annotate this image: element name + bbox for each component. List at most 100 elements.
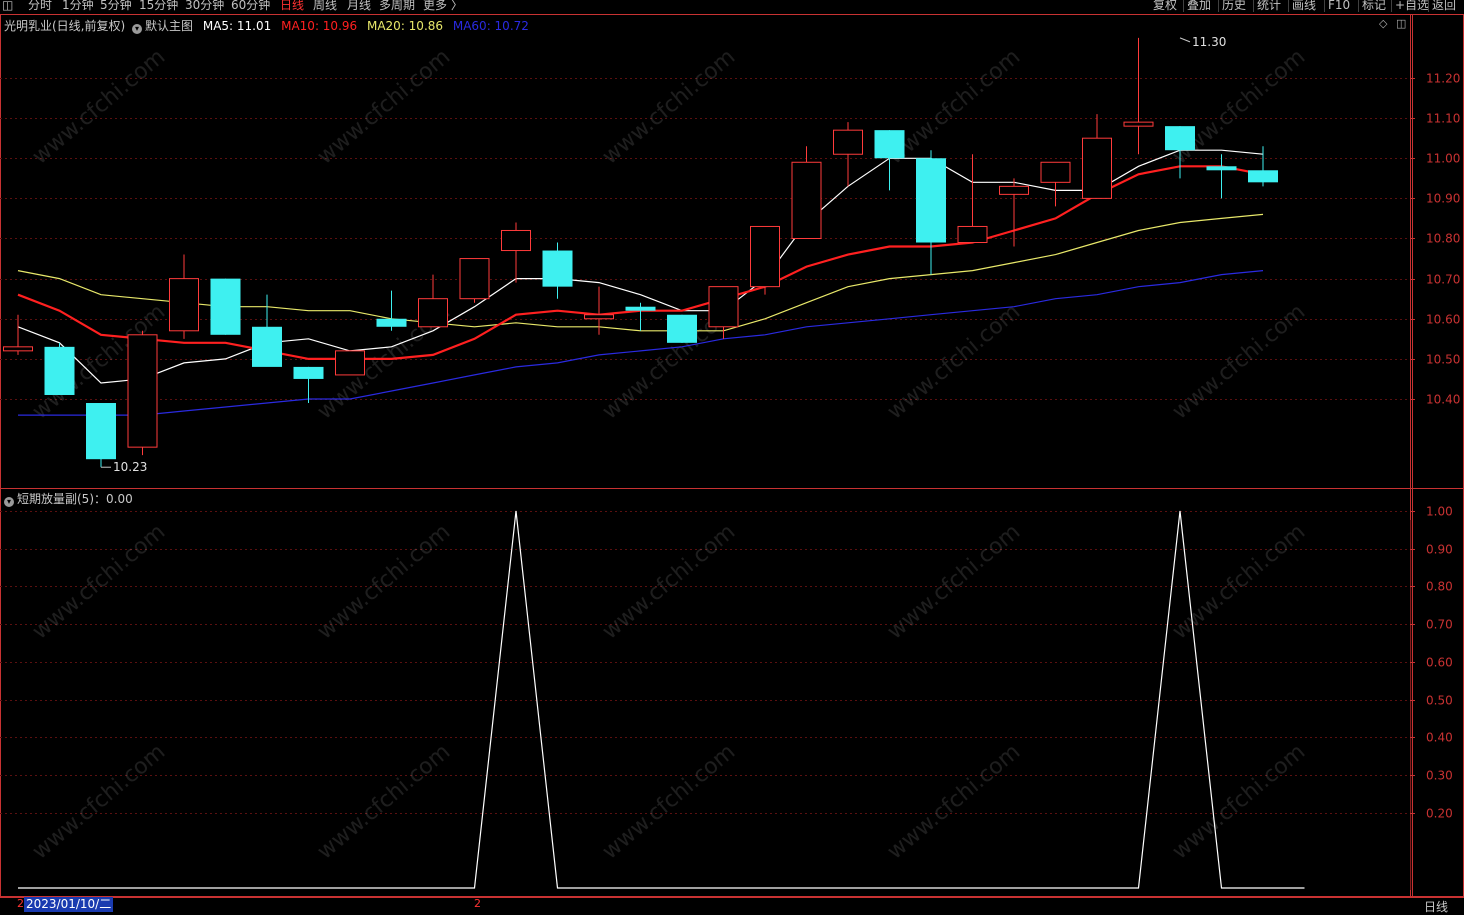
watermark-text: www.cfchi.com bbox=[1168, 299, 1310, 424]
candle-body bbox=[127, 334, 158, 448]
candle-body bbox=[833, 129, 863, 155]
sub-tick-label: 0.30 bbox=[1426, 769, 1453, 783]
candle bbox=[86, 403, 116, 468]
price-tick-label: 11.00 bbox=[1426, 152, 1460, 166]
period-tab-7[interactable]: 周线 bbox=[313, 0, 337, 11]
watermark-text: www.cfchi.com bbox=[598, 519, 740, 644]
toolbar-separator bbox=[1324, 0, 1325, 12]
sub-tick-label: 0.90 bbox=[1426, 543, 1453, 557]
candle-body bbox=[335, 350, 365, 376]
layout-icon[interactable]: ◫ bbox=[2, 0, 13, 11]
sub-indicator-label[interactable]: 短期放量副(5)：0.00 bbox=[17, 492, 133, 506]
candle-body bbox=[874, 130, 905, 159]
price-tick-label: 10.70 bbox=[1426, 273, 1460, 287]
sub-tick-label: 0.70 bbox=[1426, 618, 1453, 632]
period-tab-5[interactable]: 60分钟 bbox=[231, 0, 270, 11]
candle bbox=[252, 294, 282, 367]
candle-body bbox=[957, 225, 988, 244]
period-tab-9[interactable]: 多周期 bbox=[379, 0, 415, 11]
period-tab-6[interactable]: 日线 bbox=[280, 0, 304, 11]
watermark-text: www.cfchi.com bbox=[313, 44, 455, 169]
watermark-text: www.cfchi.com bbox=[883, 519, 1025, 644]
period-tab-1[interactable]: 1分钟 bbox=[62, 0, 94, 11]
toolbar-button-3[interactable]: 统计 bbox=[1257, 0, 1281, 11]
candle-body bbox=[791, 161, 822, 239]
candle-body bbox=[667, 314, 697, 343]
candle-body bbox=[584, 314, 614, 320]
candle bbox=[1082, 114, 1112, 199]
sub-tick-label: 0.40 bbox=[1426, 731, 1453, 745]
candle bbox=[750, 225, 780, 295]
toolbar-separator bbox=[1391, 0, 1392, 12]
candle-body bbox=[1040, 161, 1071, 183]
candle-body bbox=[750, 225, 780, 288]
candle bbox=[501, 222, 531, 283]
candle bbox=[418, 274, 448, 328]
ma5-label: MA5: 11.01 bbox=[202, 19, 272, 33]
window-icon[interactable]: ◫ bbox=[1396, 17, 1406, 30]
chevron-down-icon[interactable]: ▾ bbox=[132, 24, 143, 34]
watermark-text: www.cfchi.com bbox=[1168, 739, 1310, 864]
period-tab-8[interactable]: 月线 bbox=[347, 0, 371, 11]
period-tab-4[interactable]: 30分钟 bbox=[185, 0, 224, 11]
toolbar-button-6[interactable]: 标记 bbox=[1362, 0, 1386, 11]
watermark-text: www.cfchi.com bbox=[1168, 44, 1310, 169]
sub-indicator-line bbox=[18, 510, 1305, 889]
price-annotation: 11.30 bbox=[1179, 35, 1226, 49]
price-tick-label: 10.60 bbox=[1426, 313, 1460, 327]
toolbar-button-8[interactable]: 返回 bbox=[1432, 0, 1456, 11]
main-indicator-line: 光明乳业(日线,前复权) ▾ 默认主图 MA5: 11.01 MA10: 10.9… bbox=[4, 17, 529, 34]
candle-body bbox=[1206, 166, 1237, 171]
period-tab-3[interactable]: 15分钟 bbox=[139, 0, 178, 11]
toolbar-separator bbox=[1428, 0, 1429, 12]
sub-indicator-line: ▾ 短期放量副(5)：0.00 bbox=[4, 490, 133, 507]
toolbar-separator bbox=[1253, 0, 1254, 12]
candle-body bbox=[3, 346, 33, 352]
toolbar-button-5[interactable]: F10 bbox=[1328, 0, 1350, 11]
candle bbox=[293, 366, 324, 404]
toolbar-button-1[interactable]: 叠加 bbox=[1187, 0, 1211, 11]
period-tab-2[interactable]: 5分钟 bbox=[100, 0, 132, 11]
indicator-name[interactable]: 默认主图 bbox=[145, 19, 193, 33]
candle-body bbox=[542, 250, 573, 287]
watermark: www.cfchi.com www.cfchi.com www.cfchi.com w… bbox=[28, 44, 1310, 864]
candle bbox=[44, 342, 75, 395]
period-tab-0[interactable]: 分时 bbox=[28, 0, 52, 11]
toolbar-separator bbox=[1183, 0, 1184, 12]
sub-tick-label: 0.20 bbox=[1426, 807, 1453, 821]
candle-body bbox=[169, 278, 199, 332]
price-annotation: 10.23 bbox=[101, 460, 147, 474]
sub-indicator bbox=[18, 510, 1305, 889]
chevron-down-icon[interactable]: ▾ bbox=[4, 497, 14, 507]
candle-body bbox=[625, 306, 656, 311]
candle bbox=[1040, 161, 1071, 207]
candle bbox=[833, 122, 863, 187]
period-tab[interactable]: 日线 bbox=[1414, 897, 1464, 914]
toolbar-button-7[interactable]: +自选 bbox=[1395, 0, 1429, 11]
toolbar-button-2[interactable]: 历史 bbox=[1222, 0, 1246, 11]
annotation-label: 11.30 bbox=[1192, 35, 1226, 49]
candle bbox=[1248, 146, 1278, 187]
sub-tick-label: 1.00 bbox=[1426, 505, 1453, 519]
candle-body bbox=[1082, 137, 1112, 199]
candle bbox=[625, 302, 656, 331]
toolbar-separator bbox=[1358, 0, 1359, 12]
watermark-text: www.cfchi.com bbox=[1168, 519, 1310, 644]
candle bbox=[916, 150, 946, 275]
candle bbox=[3, 314, 33, 355]
candle bbox=[542, 242, 573, 299]
diamond-icon[interactable]: ◇ bbox=[1379, 17, 1387, 30]
price-tick-label: 11.10 bbox=[1426, 112, 1460, 126]
watermark-text: www.cfchi.com bbox=[883, 299, 1025, 424]
candle-body bbox=[86, 403, 116, 460]
candle bbox=[1206, 154, 1237, 199]
cursor-date: 2023/01/10/二 bbox=[24, 897, 114, 912]
toolbar-button-4[interactable]: 画线 bbox=[1292, 0, 1316, 11]
stock-name[interactable]: 光明乳业(日线,前复权) bbox=[4, 19, 125, 33]
candle bbox=[957, 154, 988, 244]
candles bbox=[3, 37, 1278, 468]
candle-body bbox=[418, 298, 448, 328]
price-tick-label: 10.50 bbox=[1426, 353, 1460, 367]
period-tab-10[interactable]: 更多 〉 bbox=[423, 0, 463, 11]
toolbar-button-0[interactable]: 复权 bbox=[1153, 0, 1177, 11]
